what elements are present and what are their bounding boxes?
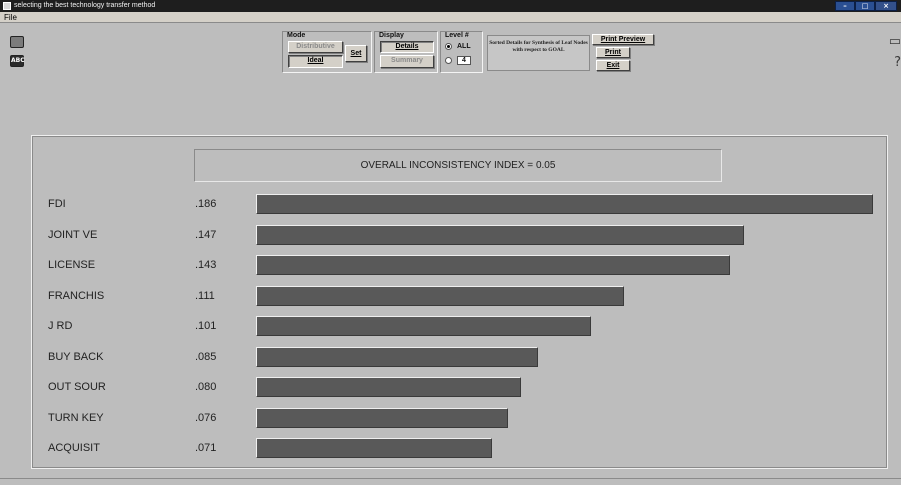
- result-row: ACQUISIT .071: [32, 438, 889, 458]
- level-all-radio[interactable]: [445, 43, 452, 50]
- chat-icon[interactable]: ▭: [889, 35, 901, 49]
- level-all-option[interactable]: ALL: [445, 42, 471, 51]
- value-bar: [256, 377, 521, 397]
- minimize-button[interactable]: –: [835, 1, 855, 11]
- value-bar: [256, 194, 873, 214]
- alternative-value: .143: [195, 259, 217, 271]
- result-row: JOINT VE .147: [32, 224, 889, 245]
- level-all-label: ALL: [457, 43, 471, 50]
- alternative-value: .186: [195, 198, 217, 210]
- print-button[interactable]: Print: [596, 47, 630, 58]
- alternative-name: FDI: [48, 198, 66, 210]
- bar-track: [256, 407, 873, 428]
- abc-icon[interactable]: ABC: [10, 55, 25, 67]
- bar-track: [256, 377, 873, 397]
- result-row: FDI .186: [32, 194, 889, 214]
- alternative-value: .101: [195, 320, 217, 332]
- bar-track: [256, 224, 873, 245]
- display-group: Display Details Summary: [374, 31, 438, 73]
- alternative-name: OUT SOUR: [48, 381, 106, 393]
- set-button[interactable]: Set: [345, 45, 367, 62]
- value-bar: [256, 316, 591, 336]
- level-number-input[interactable]: 4: [457, 56, 471, 65]
- bar-track: [256, 285, 873, 306]
- bar-track: [256, 438, 873, 458]
- alternative-name: J RD: [48, 320, 73, 332]
- bottom-divider: [0, 478, 901, 479]
- alternative-name: JOINT VE: [48, 228, 98, 241]
- maximize-button[interactable]: □: [855, 1, 875, 11]
- ideal-button[interactable]: Ideal: [288, 55, 343, 68]
- screen-icon[interactable]: [10, 36, 24, 48]
- result-row: TURN KEY .076: [32, 407, 889, 428]
- alternative-name: ACQUISIT: [48, 442, 100, 454]
- alternative-name: FRANCHIS: [48, 289, 105, 302]
- inconsistency-index: OVERALL INCONSISTENCY INDEX = 0.05: [194, 149, 722, 182]
- result-row: BUY BACK .085: [32, 346, 889, 367]
- value-bar: [256, 224, 744, 245]
- details-button[interactable]: Details: [380, 41, 434, 53]
- result-row: OUT SOUR .080: [32, 377, 889, 397]
- alternative-name: LICENSE: [48, 259, 96, 271]
- result-row: LICENSE .143: [32, 255, 889, 275]
- bar-track: [256, 255, 873, 275]
- result-row: J RD .101: [32, 316, 889, 336]
- alternative-value: .080: [195, 381, 217, 393]
- exit-button[interactable]: Exit: [596, 60, 630, 71]
- menu-file[interactable]: File: [4, 12, 17, 23]
- level-number-radio[interactable]: [445, 57, 452, 64]
- mode-group: Mode Distributive Ideal Set: [282, 31, 372, 73]
- level-group: Level # ALL 4: [440, 31, 483, 73]
- print-preview-button[interactable]: Print Preview: [592, 34, 654, 45]
- bar-track: [256, 316, 873, 336]
- inconsistency-value: 0.05: [535, 160, 556, 171]
- distributive-button[interactable]: Distributive: [288, 41, 343, 53]
- alternative-name: TURN KEY: [48, 411, 104, 424]
- bar-track: [256, 346, 873, 367]
- alternative-value: .111: [195, 289, 215, 302]
- app-icon[interactable]: [3, 2, 11, 10]
- close-button[interactable]: ×: [875, 1, 897, 11]
- result-row: FRANCHIS .111: [32, 285, 889, 306]
- menu-bar: File: [0, 12, 901, 23]
- value-bar: [256, 346, 538, 367]
- value-bar: [256, 255, 730, 275]
- display-group-title: Display: [379, 32, 404, 39]
- level-group-title: Level #: [445, 32, 469, 39]
- bar-track: [256, 194, 873, 214]
- results-panel: OVERALL INCONSISTENCY INDEX = 0.05 FDI .1…: [31, 135, 888, 469]
- alternative-value: .071: [195, 442, 217, 454]
- alternative-name: BUY BACK: [48, 350, 104, 363]
- alternative-value: .147: [195, 228, 217, 241]
- summary-button[interactable]: Summary: [380, 55, 434, 68]
- mode-group-title: Mode: [287, 32, 306, 39]
- inconsistency-label: OVERALL INCONSISTENCY INDEX =: [360, 160, 534, 171]
- level-number-option[interactable]: 4: [445, 56, 471, 65]
- title-bar: selecting the best technology transfer m…: [0, 0, 901, 12]
- window-title: selecting the best technology transfer m…: [14, 2, 156, 9]
- window-controls: – □ ×: [835, 1, 897, 11]
- alternative-value: .085: [195, 350, 217, 363]
- value-bar: [256, 285, 624, 306]
- sorted-details-label: Sorted Details for Synthesis of Leaf Nod…: [487, 35, 590, 71]
- value-bar: [256, 438, 492, 458]
- alternative-value: .076: [195, 411, 217, 424]
- value-bar: [256, 407, 508, 428]
- help-icon[interactable]: ?: [894, 56, 901, 70]
